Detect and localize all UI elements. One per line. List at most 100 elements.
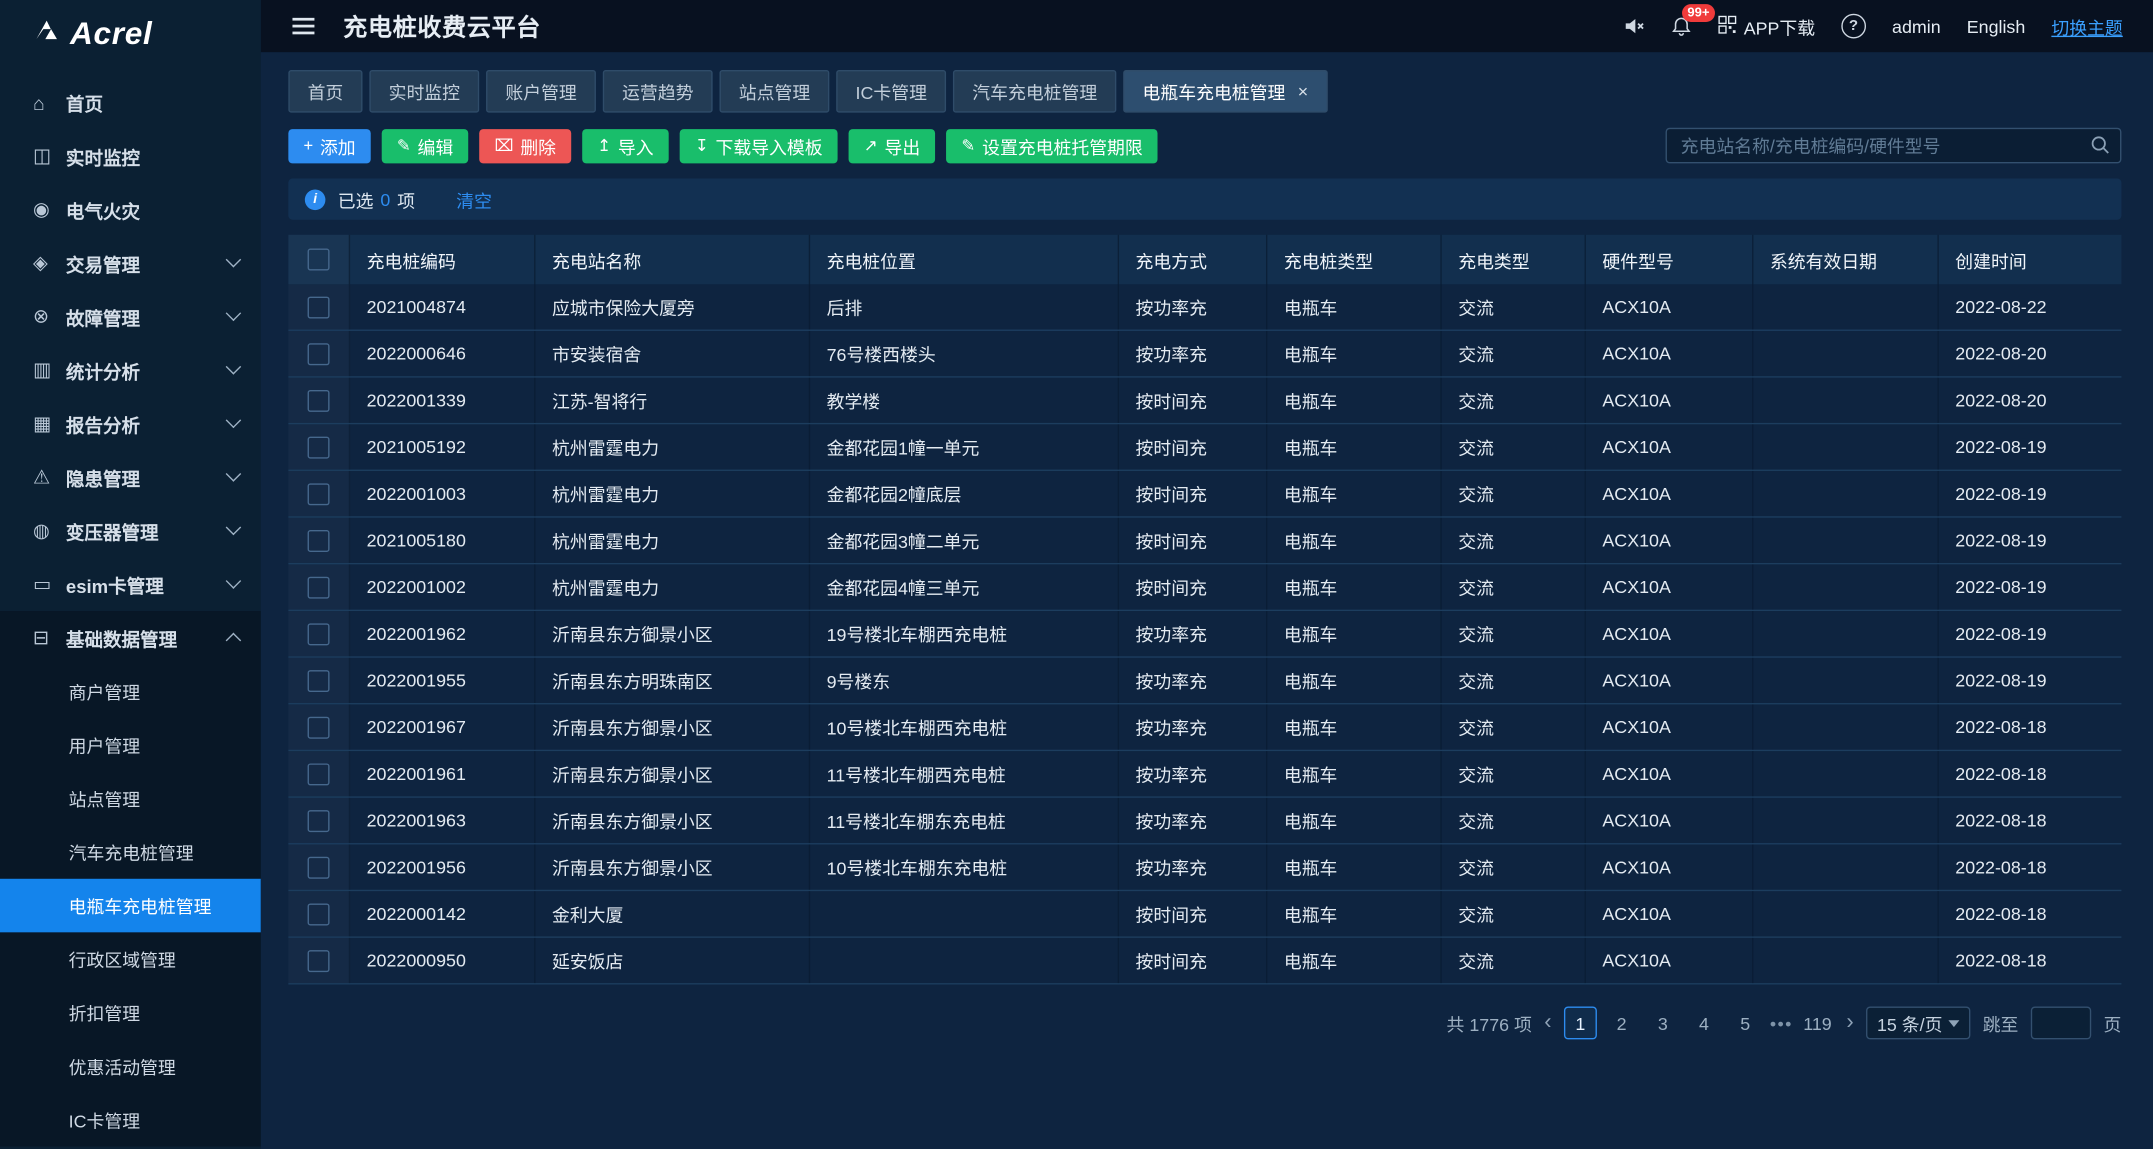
sidebar-subitem[interactable]: 汽车充电桩管理 (0, 825, 261, 879)
cell: 电瓶车 (1267, 611, 1441, 656)
close-icon[interactable]: × (1298, 81, 1308, 102)
brand-logo-icon (33, 16, 60, 50)
column-header: 充电站名称 (536, 235, 811, 284)
fire-icon: ◉ (33, 198, 66, 221)
theme-switch-link[interactable]: 切换主题 (2051, 13, 2122, 39)
toolbar-button[interactable]: ✎编辑 (382, 128, 469, 162)
cell: ACX10A (1586, 564, 1754, 609)
tab-item[interactable]: IC卡管理 (836, 70, 946, 113)
sidebar-subitem[interactable]: 折扣管理 (0, 986, 261, 1040)
prev-page-button[interactable]: ‹ (1544, 1012, 1551, 1034)
sidebar-subitem[interactable]: 站点管理 (0, 772, 261, 826)
cell (1753, 891, 1938, 936)
username[interactable]: admin (1892, 16, 1941, 37)
cell (1753, 518, 1938, 563)
tab-item[interactable]: 运营趋势 (603, 70, 713, 113)
tab-item[interactable]: 实时监控 (369, 70, 479, 113)
tab-item[interactable]: 账户管理 (486, 70, 596, 113)
language-switch[interactable]: English (1967, 16, 2026, 37)
jump-page-input[interactable] (2031, 1006, 2091, 1039)
menu-collapse-icon[interactable] (291, 16, 316, 35)
row-checkbox[interactable] (308, 389, 330, 411)
select-all-checkbox[interactable] (308, 249, 330, 271)
row-checkbox[interactable] (308, 716, 330, 738)
tab-item[interactable]: 首页 (288, 70, 362, 113)
row-checkbox[interactable] (308, 949, 330, 971)
app-download-link[interactable]: APP下载 (1718, 13, 1816, 39)
page-button-119[interactable]: 119 (1801, 1006, 1834, 1039)
table-row: 2021005180杭州雷霆电力金都花园3幢二单元按时间充电瓶车交流ACX10A… (288, 518, 2121, 565)
sidebar-item-label: 交易管理 (66, 249, 140, 276)
sidebar-item-label: 报告分析 (66, 410, 140, 437)
column-header: 硬件型号 (1586, 235, 1754, 284)
search-box (1666, 128, 2122, 164)
sidebar-subitem[interactable]: 行政区域管理 (0, 932, 261, 986)
page-button-4[interactable]: 4 (1688, 1006, 1721, 1039)
table-row: 2022001002杭州雷霆电力金都花园4幢三单元按时间充电瓶车交流ACX10A… (288, 564, 2121, 611)
cell: 电瓶车 (1267, 844, 1441, 889)
row-checkbox[interactable] (308, 856, 330, 878)
sidebar-subitem[interactable]: 用户管理 (0, 718, 261, 772)
page-button-2[interactable]: 2 (1605, 1006, 1638, 1039)
toolbar-button[interactable]: ↧下载导入模板 (680, 128, 838, 162)
row-checkbox[interactable] (308, 296, 330, 318)
row-checkbox[interactable] (308, 669, 330, 691)
cell: 交流 (1442, 658, 1586, 703)
notifications-bell-icon[interactable]: 99+ (1671, 15, 1692, 37)
page-size-value: 15 条/页 (1877, 1010, 1942, 1036)
toolbar-button[interactable]: ↗导出 (849, 128, 936, 162)
search-input[interactable] (1666, 128, 2122, 164)
sidebar-item[interactable]: ▦报告分析 (0, 397, 261, 451)
cell (810, 938, 1119, 983)
import-icon: ↥ (597, 136, 611, 155)
row-checkbox[interactable] (308, 436, 330, 458)
esim-card-icon: ▭ (33, 573, 66, 596)
row-checkbox[interactable] (308, 483, 330, 505)
row-checkbox[interactable] (308, 576, 330, 598)
table-row: 2021004874应城市保险大厦旁后排按功率充电瓶车交流ACX10A2022-… (288, 284, 2121, 331)
sidebar-subitem[interactable]: IC卡管理 (0, 1093, 261, 1147)
cell: 电瓶车 (1267, 378, 1441, 423)
row-checkbox[interactable] (308, 343, 330, 365)
page-button-5[interactable]: 5 (1729, 1006, 1762, 1039)
sidebar-item[interactable]: ⚠隐患管理 (0, 450, 261, 504)
toolbar-button[interactable]: ✎设置充电桩托管期限 (946, 128, 1158, 162)
page-title: 充电桩收费云平台 (343, 9, 541, 43)
tab-item[interactable]: 站点管理 (720, 70, 830, 113)
cell: 应城市保险大厦旁 (536, 284, 811, 329)
topbar-actions: 99+ APP下载 ? admin English 切换主题 (1623, 13, 2123, 39)
sidebar-item[interactable]: ⊟基础数据管理 (0, 611, 261, 665)
page-size-select[interactable]: 15 条/页 (1866, 1006, 1970, 1039)
toolbar-button[interactable]: +添加 (288, 128, 370, 162)
search-icon[interactable] (2090, 135, 2111, 162)
sidebar-item[interactable]: ◫实时监控 (0, 129, 261, 183)
row-checkbox[interactable] (308, 763, 330, 785)
sidebar-item[interactable]: ◉电气火灾 (0, 183, 261, 237)
toolbar-button[interactable]: ↥导入 (582, 128, 669, 162)
sidebar-item[interactable]: ⊗故障管理 (0, 290, 261, 344)
toolbar-button[interactable]: ⌧删除 (479, 128, 571, 162)
sidebar: Acrel ⌂首页◫实时监控◉电气火灾◈交易管理⊗故障管理▥统计分析▦报告分析⚠… (0, 0, 261, 1149)
sidebar-item[interactable]: ◈交易管理 (0, 236, 261, 290)
clear-selection-link[interactable]: 清空 (456, 186, 492, 212)
page-button-1[interactable]: 1 (1564, 1006, 1597, 1039)
cell: 2022-08-19 (1939, 424, 2122, 469)
tab-item[interactable]: 电瓶车充电桩管理× (1123, 70, 1327, 113)
sidebar-item[interactable]: ▥统计分析 (0, 343, 261, 397)
tab-item[interactable]: 汽车充电桩管理 (953, 70, 1116, 113)
row-checkbox[interactable] (308, 903, 330, 925)
row-checkbox[interactable] (308, 529, 330, 551)
sidebar-item[interactable]: ▭esim卡管理 (0, 557, 261, 611)
mute-speaker-icon[interactable] (1623, 15, 1645, 37)
row-checkbox[interactable] (308, 809, 330, 831)
help-icon[interactable]: ? (1841, 14, 1866, 39)
row-checkbox[interactable] (308, 623, 330, 645)
sidebar-subitem[interactable]: 商户管理 (0, 665, 261, 719)
sidebar-subitem[interactable]: 电瓶车充电桩管理 (0, 879, 261, 933)
sidebar-item[interactable]: ⌂首页 (0, 76, 261, 130)
next-page-button[interactable]: › (1846, 1012, 1853, 1034)
page-button-3[interactable]: 3 (1646, 1006, 1679, 1039)
column-header: 充电方式 (1119, 235, 1267, 284)
sidebar-item[interactable]: ◍变压器管理 (0, 504, 261, 558)
sidebar-subitem[interactable]: 优惠活动管理 (0, 1039, 261, 1093)
